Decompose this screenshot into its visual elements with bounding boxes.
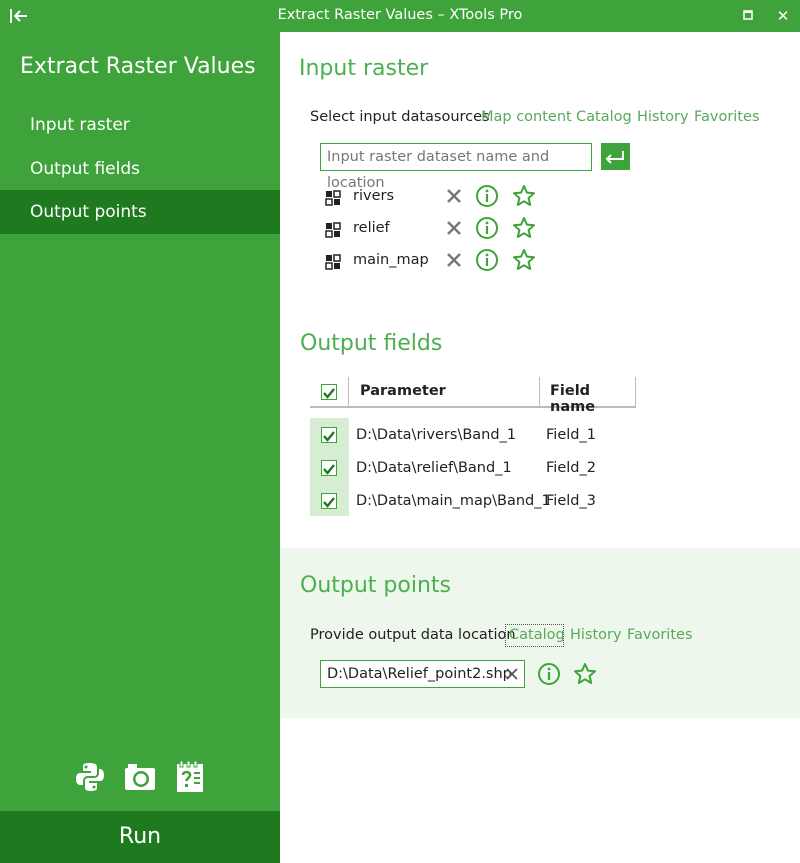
cell-parameter: D:\Data\rivers\Band_1 <box>356 427 517 443</box>
cell-parameter: D:\Data\relief\Band_1 <box>356 460 512 476</box>
provide-location-label: Provide output data location <box>310 627 516 643</box>
sidebar: Extract Raster Values Input raster Outpu… <box>0 32 280 863</box>
cell-parameter: D:\Data\main_map\Band_1 <box>356 493 551 509</box>
info-icon[interactable] <box>475 216 499 240</box>
link-output-favorites[interactable]: Favorites <box>627 627 693 643</box>
star-icon[interactable] <box>512 216 536 240</box>
raster-input-field[interactable]: Input raster dataset name and location <box>320 143 592 191</box>
column-header-parameter: Parameter <box>360 383 446 399</box>
row-checkbox[interactable] <box>321 493 337 509</box>
output-path-value: D:\Data\Relief_point2.shp <box>327 666 512 682</box>
section-title-output-points: Output points <box>300 573 451 598</box>
maximize-icon[interactable] <box>742 9 754 21</box>
check-icon <box>323 431 335 442</box>
star-icon[interactable] <box>512 184 536 208</box>
dataset-name: main_map <box>353 252 429 268</box>
raster-icon <box>325 222 341 238</box>
add-raster-button[interactable] <box>601 143 630 170</box>
cell-field-name[interactable]: Field_3 <box>546 493 596 509</box>
help-icon[interactable] <box>173 760 207 794</box>
star-icon[interactable] <box>512 248 536 272</box>
list-item: rivers <box>325 184 585 212</box>
sidebar-item-label: Output points <box>30 202 147 222</box>
cell-field-name[interactable]: Field_1 <box>546 427 596 443</box>
remove-icon[interactable] <box>445 187 463 205</box>
row-checkbox[interactable] <box>321 460 337 476</box>
title-bar: Extract Raster Values – XTools Pro ✕ <box>0 0 800 32</box>
row-checkbox[interactable] <box>321 427 337 443</box>
dataset-name: rivers <box>353 188 395 204</box>
dataset-name: relief <box>353 220 390 236</box>
output-path-field[interactable]: D:\Data\Relief_point2.shp <box>320 660 525 688</box>
raster-icon <box>325 254 341 270</box>
link-catalog[interactable]: Catalog <box>576 109 632 125</box>
table-row: D:\Data\relief\Band_1 Field_2 <box>310 452 640 485</box>
list-item: relief <box>325 216 585 244</box>
info-icon[interactable] <box>475 248 499 272</box>
enter-icon <box>605 151 624 164</box>
remove-icon[interactable] <box>445 251 463 269</box>
select-datasources-label: Select input datasources <box>310 109 490 125</box>
sidebar-item-label: Output fields <box>30 159 140 179</box>
link-map-content[interactable]: Map content <box>481 109 572 125</box>
check-icon <box>323 388 335 399</box>
section-title-input-raster: Input raster <box>299 56 429 81</box>
sidebar-item-label: Input raster <box>30 115 130 135</box>
sidebar-item-output-fields[interactable]: Output fields <box>0 147 280 191</box>
list-item: main_map <box>325 248 585 276</box>
table-row: D:\Data\rivers\Band_1 Field_1 <box>310 419 640 452</box>
link-history[interactable]: History <box>637 109 689 125</box>
table-header: Parameter Field name <box>310 377 636 415</box>
link-output-catalog[interactable]: Catalog <box>509 627 565 643</box>
section-title-output-fields: Output fields <box>300 331 443 356</box>
app-title: Extract Raster Values <box>20 54 256 79</box>
link-output-history[interactable]: History <box>570 627 622 643</box>
select-all-checkbox[interactable] <box>321 384 337 400</box>
check-icon <box>323 497 335 508</box>
cell-field-name[interactable]: Field_2 <box>546 460 596 476</box>
close-icon[interactable]: ✕ <box>775 8 791 24</box>
remove-icon[interactable] <box>445 219 463 237</box>
raster-icon <box>325 190 341 206</box>
info-icon[interactable] <box>537 662 561 686</box>
star-icon[interactable] <box>573 662 597 686</box>
run-button[interactable]: Run <box>0 811 280 863</box>
link-favorites[interactable]: Favorites <box>694 109 760 125</box>
sidebar-item-output-points[interactable]: Output points <box>0 190 280 234</box>
clear-icon[interactable] <box>504 666 520 682</box>
info-icon[interactable] <box>475 184 499 208</box>
python-icon[interactable] <box>73 760 107 794</box>
window-title: Extract Raster Values – XTools Pro <box>277 7 523 23</box>
camera-icon[interactable] <box>123 760 157 794</box>
table-row: D:\Data\main_map\Band_1 Field_3 <box>310 485 640 518</box>
column-header-field-name: Field name <box>550 383 596 415</box>
check-icon <box>323 464 335 475</box>
sidebar-item-input-raster[interactable]: Input raster <box>0 103 280 147</box>
